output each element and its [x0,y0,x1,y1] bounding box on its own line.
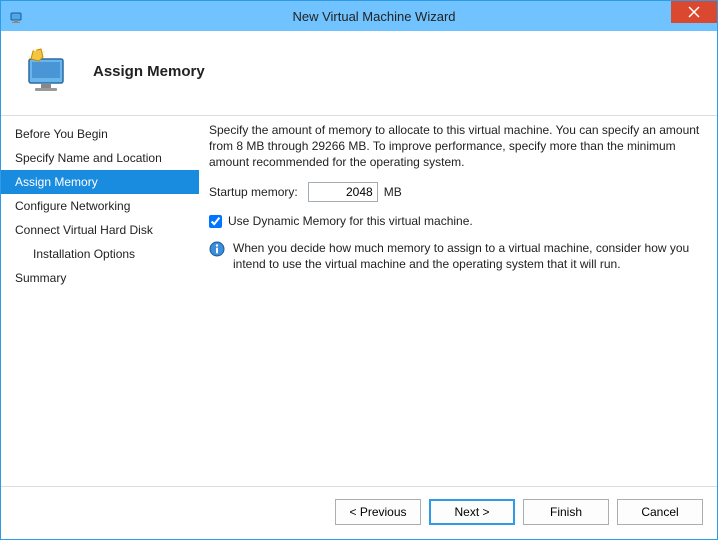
app-icon [9,8,25,24]
previous-button[interactable]: < Previous [335,499,421,525]
next-button[interactable]: Next > [429,499,515,525]
dynamic-memory-row: Use Dynamic Memory for this virtual mach… [209,214,701,228]
finish-button[interactable]: Finish [523,499,609,525]
sidebar: Before You Begin Specify Name and Locati… [1,116,199,486]
startup-memory-row: Startup memory: MB [209,182,701,202]
wizard-body: Before You Begin Specify Name and Locati… [1,116,717,486]
step-specify-name-location[interactable]: Specify Name and Location [1,146,199,170]
titlebar: New Virtual Machine Wizard [1,1,717,31]
wizard-monitor-icon [19,47,75,95]
step-summary[interactable]: Summary [1,266,199,290]
step-connect-vhd[interactable]: Connect Virtual Hard Disk [1,218,199,242]
step-installation-options[interactable]: Installation Options [1,242,199,266]
info-row: When you decide how much memory to assig… [209,240,701,272]
close-button[interactable] [671,1,717,23]
close-icon [688,6,700,18]
cancel-button[interactable]: Cancel [617,499,703,525]
dynamic-memory-label: Use Dynamic Memory for this virtual mach… [228,214,473,228]
startup-memory-unit: MB [384,185,402,199]
wizard-window: New Virtual Machine Wizard Assign Memory [0,0,718,540]
footer: < Previous Next > Finish Cancel [1,486,717,539]
step-before-you-begin[interactable]: Before You Begin [1,122,199,146]
dynamic-memory-checkbox[interactable] [209,215,222,228]
step-configure-networking[interactable]: Configure Networking [1,194,199,218]
window-title: New Virtual Machine Wizard [31,9,717,24]
header-banner: Assign Memory [1,31,717,116]
content-pane: Specify the amount of memory to allocate… [199,116,717,486]
step-assign-memory[interactable]: Assign Memory [1,170,199,194]
startup-memory-input[interactable] [308,182,378,202]
description-text: Specify the amount of memory to allocate… [209,122,701,170]
page-heading: Assign Memory [93,63,205,80]
info-icon [209,241,225,257]
info-text: When you decide how much memory to assig… [233,240,701,272]
startup-memory-label: Startup memory: [209,185,298,199]
